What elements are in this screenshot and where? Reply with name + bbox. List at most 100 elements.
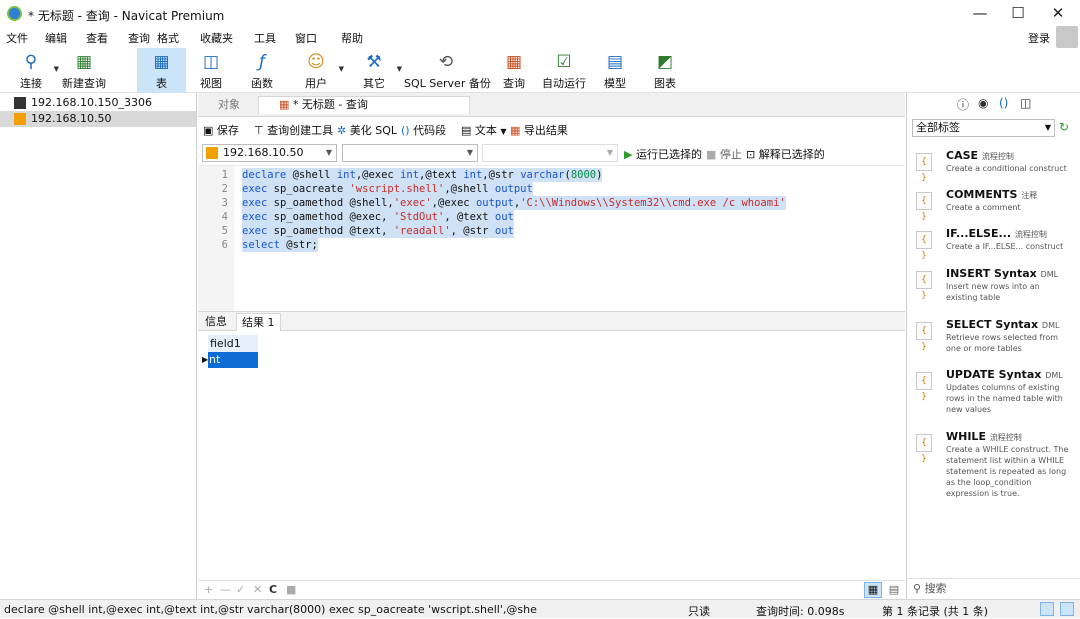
snippet-icon: (): [401, 124, 410, 137]
chevron-down-icon[interactable]: ▼: [339, 65, 344, 73]
delete-record-button[interactable]: —: [220, 583, 231, 596]
sql-server-backup-button[interactable]: ⟲ SQL Server 备份: [404, 48, 491, 93]
panel-toggle-icon[interactable]: [1040, 602, 1054, 616]
chevron-down-icon[interactable]: ▼: [54, 65, 59, 73]
beautify-sql-button[interactable]: ✲ 美化 SQL: [337, 122, 397, 138]
minimize-button[interactable]: —: [960, 2, 1000, 26]
export-icon: ▦: [510, 124, 521, 137]
snippet-search-input[interactable]: ⚲ 搜索: [907, 578, 1080, 598]
database-select[interactable]: ▼: [342, 144, 478, 162]
tab-info[interactable]: 信息: [200, 313, 232, 331]
line-number: 6: [221, 239, 228, 251]
layout-icon[interactable]: ◫: [1020, 96, 1031, 110]
chevron-down-icon[interactable]: ▼: [397, 65, 402, 73]
connection-item-sqlserver[interactable]: 192.168.10.50: [0, 111, 196, 127]
query-builder-button[interactable]: ⊤ 查询创建工具: [254, 122, 333, 138]
stop-button[interactable]: ■ 停止: [706, 146, 742, 162]
menu-help[interactable]: 帮助: [341, 30, 363, 46]
tab-result-1[interactable]: 结果 1: [236, 313, 281, 331]
save-icon: ▣: [203, 124, 214, 137]
menu-favorites[interactable]: 收藏夹: [200, 30, 233, 46]
sqlserver-connection-icon: [206, 147, 218, 159]
line-number: 5: [221, 225, 228, 237]
function-button[interactable]: ƒ 函数: [243, 48, 281, 93]
code-snippet-button[interactable]: () 代码段: [401, 122, 446, 138]
connection-item-mysql[interactable]: 192.168.10.150_3306: [0, 95, 196, 111]
chevron-down-icon: ▼: [500, 127, 507, 136]
window-title: * 无标题 - 查询 - Navicat Premium: [28, 9, 225, 23]
menu-tools[interactable]: 工具: [254, 30, 276, 46]
tag-filter-select[interactable]: 全部标签 ▼: [912, 119, 1055, 137]
menu-file[interactable]: 文件: [6, 30, 28, 46]
main-toolbar: ⚲ 连接 ▼ ▦ 新建查询 ▦ 表 ◫ 视图 ƒ 函数 ☺ 用户 ▼ ⚒ 其它 ▼ ⟲ SQL Ser…: [0, 48, 1080, 93]
line-gutter: 1 2 3 4 5 6: [198, 166, 234, 311]
snippet-panel: ⓘ ◉ () ◫ 全部标签 ▼ ↻ { } CASE 流程控制 Create a …: [906, 93, 1080, 599]
refresh-icon[interactable]: ↻: [1059, 120, 1069, 134]
status-readonly: 只读: [688, 605, 710, 618]
snippet-icon: { }: [916, 322, 932, 352]
column-header[interactable]: field1: [208, 335, 258, 352]
chevron-down-icon: ▼: [1044, 123, 1051, 132]
chevron-down-icon: ▼: [606, 148, 613, 157]
model-button[interactable]: ▤ 模型: [597, 48, 633, 93]
close-button[interactable]: ✕: [1038, 2, 1078, 26]
add-record-button[interactable]: +: [204, 583, 213, 596]
panel-toggle-icon[interactable]: [1060, 602, 1074, 616]
form-view-icon[interactable]: ▤: [886, 582, 902, 598]
query-button[interactable]: ▦ 查询: [496, 48, 532, 93]
info-icon[interactable]: ⓘ: [957, 96, 969, 113]
auto-run-icon: ☑: [556, 52, 572, 72]
cancel-button[interactable]: ✕: [253, 583, 262, 596]
code-icon[interactable]: (): [999, 96, 1008, 110]
menu-format[interactable]: 格式: [157, 30, 179, 46]
schema-select[interactable]: ▼: [482, 144, 618, 162]
code-line-1: declare @shell int,@exec int,@text int,@…: [242, 168, 603, 182]
chart-button[interactable]: ◩ 图表: [647, 48, 683, 93]
apply-button[interactable]: ✓: [236, 583, 245, 596]
chevron-down-icon: ▼: [466, 148, 473, 157]
refresh-button[interactable]: C: [269, 583, 277, 596]
login-link[interactable]: 登录: [1028, 30, 1050, 46]
grid-view-icon[interactable]: ▦: [864, 582, 882, 598]
title-bar: * 无标题 - 查询 - Navicat Premium — ☐ ✕: [0, 0, 1080, 28]
run-selected-button[interactable]: ▶ 运行已选择的: [624, 146, 702, 162]
view-icon: ◫: [202, 52, 220, 72]
stop-icon: ■: [706, 148, 717, 161]
other-button[interactable]: ⚒ 其它 ▼: [355, 48, 402, 93]
connect-button[interactable]: ⚲ 连接 ▼: [12, 48, 59, 93]
explain-selected-button[interactable]: ⊡ 解释已选择的: [746, 146, 825, 162]
avatar[interactable]: [1056, 26, 1078, 48]
explain-icon: ⊡: [746, 148, 756, 161]
text-button[interactable]: ▤ 文本 ▼: [461, 122, 507, 138]
menu-view[interactable]: 查看: [86, 30, 108, 46]
new-query-button[interactable]: ▦ 新建查询: [62, 48, 106, 93]
chevron-down-icon: ▼: [325, 148, 332, 157]
auto-run-button[interactable]: ☑ 自动运行: [540, 48, 588, 93]
maximize-button[interactable]: ☐: [998, 2, 1038, 26]
menu-window[interactable]: 窗口: [295, 30, 317, 46]
sql-editor[interactable]: 1 2 3 4 5 6 declare @shell int,@exec int…: [198, 165, 905, 311]
snippet-icon: { }: [916, 192, 932, 222]
line-number: 2: [221, 183, 228, 195]
new-query-icon: ▦: [75, 52, 93, 72]
query-tab-icon: ▦: [279, 98, 290, 111]
export-results-button[interactable]: ▦ 导出结果: [510, 122, 568, 138]
connection-select[interactable]: 192.168.10.50 ▼: [202, 144, 337, 162]
view-button[interactable]: ◫ 视图: [192, 48, 230, 93]
table-button[interactable]: ▦ 表: [137, 48, 186, 93]
status-bar: declare @shell int,@exec int,@text int,@…: [0, 599, 1080, 618]
table-cell[interactable]: nt author: [208, 352, 258, 382]
menu-query[interactable]: 查询: [128, 30, 150, 46]
sqlserver-connection-icon: [14, 113, 26, 125]
eye-icon[interactable]: ◉: [978, 96, 988, 110]
user-button[interactable]: ☺ 用户 ▼: [297, 48, 344, 93]
menu-edit[interactable]: 编辑: [45, 30, 67, 46]
tab-query[interactable]: ▦ * 无标题 - 查询: [258, 96, 470, 114]
model-icon: ▤: [606, 52, 624, 72]
beautify-icon: ✲: [337, 124, 347, 137]
tab-objects[interactable]: 对象: [210, 94, 248, 116]
save-button[interactable]: ▣ 保存: [203, 122, 239, 138]
mysql-connection-icon: [14, 97, 26, 109]
stop-button[interactable]: ■: [286, 583, 296, 596]
chart-icon: ◩: [656, 52, 674, 72]
